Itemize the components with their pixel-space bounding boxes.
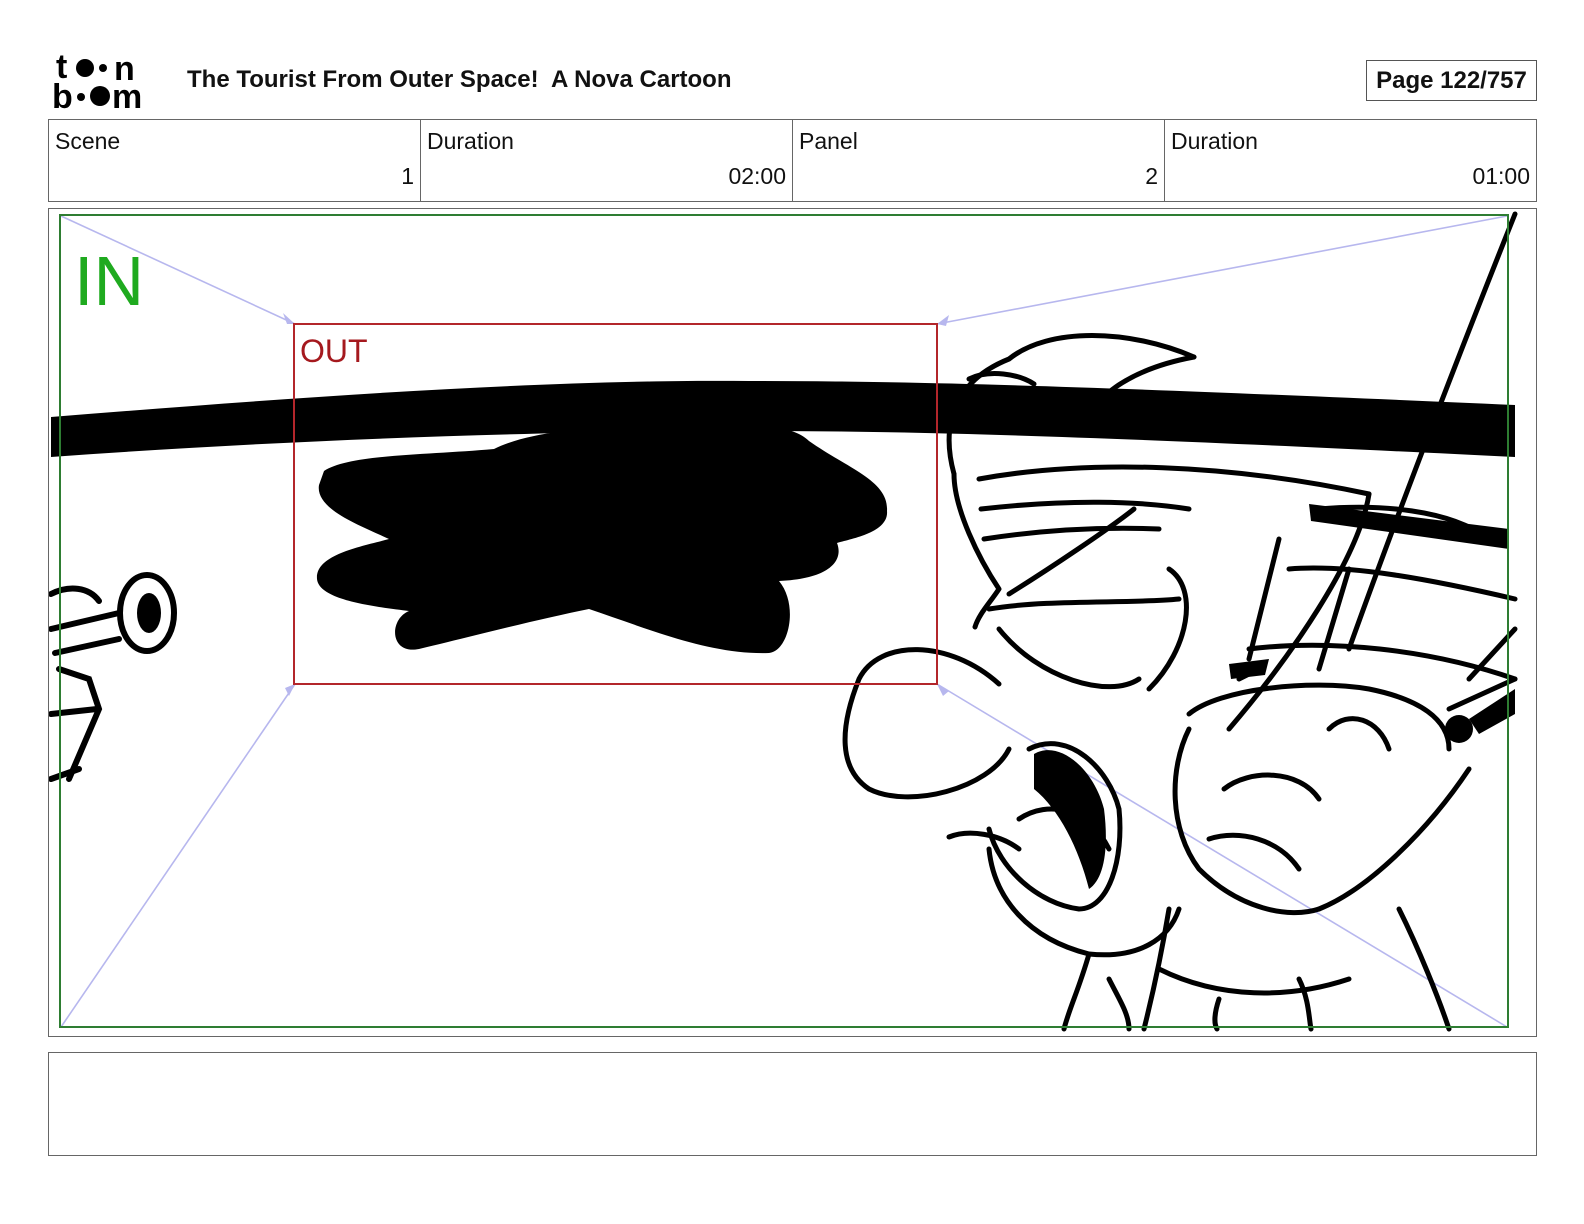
- scene-label: Scene: [55, 128, 121, 154]
- document-title: The Tourist From Outer Space! A Nova Car…: [187, 66, 732, 93]
- panel-duration-label: Duration: [1171, 128, 1258, 154]
- out-label: OUT: [300, 333, 368, 369]
- in-label: IN: [74, 242, 144, 320]
- scene-info-table: Scene 1 Duration 02:00 Panel 2 Duration …: [48, 119, 1537, 202]
- storyboard-panel: IN OUT: [48, 208, 1537, 1037]
- toonboom-logo: t n b m toon boom: [52, 48, 164, 116]
- panel-duration-cell: Duration 01:00: [1165, 120, 1536, 201]
- scene-value: 1: [401, 163, 414, 189]
- panel-label: Panel: [799, 128, 858, 154]
- svg-text:b: b: [52, 78, 73, 112]
- panel-cell: Panel 2: [793, 120, 1165, 201]
- page-number: Page 122/757: [1366, 60, 1537, 101]
- cloud-blob: [316, 424, 888, 654]
- scene-cell: Scene 1: [49, 120, 421, 201]
- panel-duration-value: 01:00: [1472, 163, 1530, 189]
- scene-duration-cell: Duration 02:00: [421, 120, 793, 201]
- panel-value: 2: [1145, 163, 1158, 189]
- left-object-pupil: [137, 593, 161, 633]
- scene-duration-label: Duration: [427, 128, 514, 154]
- character-drawing: [842, 211, 1518, 1032]
- panel-drawing: IN OUT: [49, 211, 1518, 1032]
- scene-duration-value: 02:00: [728, 163, 786, 189]
- svg-text:m: m: [112, 78, 142, 112]
- panel-notes-box[interactable]: [48, 1052, 1537, 1156]
